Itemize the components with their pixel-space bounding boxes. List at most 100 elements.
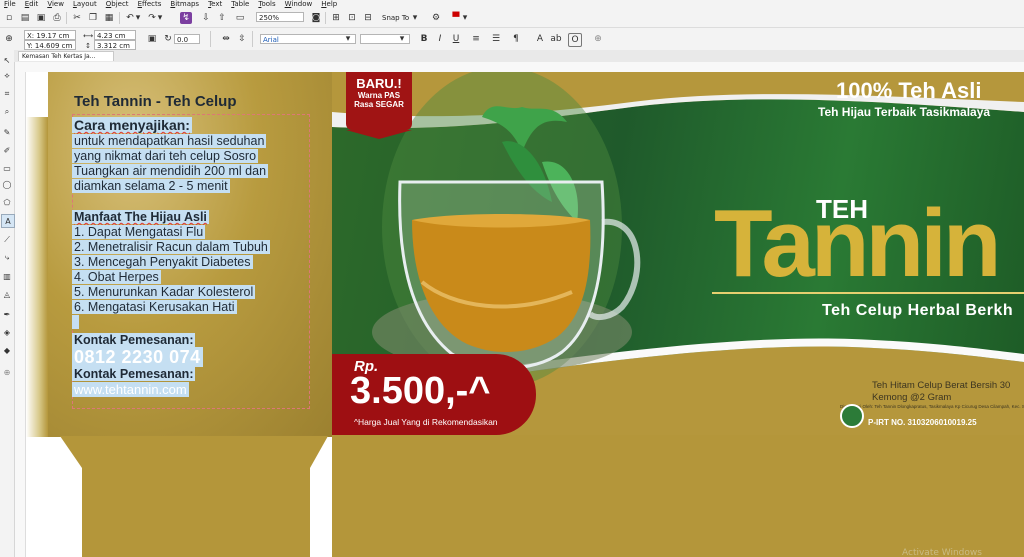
undo-dropdown-icon[interactable]: ▾	[135, 12, 141, 24]
font-family-dropdown-icon[interactable]: ▾	[344, 33, 352, 45]
connector-tool-icon[interactable]: ⤷	[1, 252, 13, 264]
parallel-dimension-icon[interactable]: ⟋	[1, 234, 13, 246]
text-tool-icon[interactable]: A	[1, 214, 15, 228]
position-icon: ⊕	[5, 34, 13, 44]
export-icon[interactable]: ⇧	[216, 12, 228, 24]
badge-line-2: Rasa SEGAR	[354, 100, 404, 109]
mirror-horizontal-icon[interactable]: ⇹	[220, 33, 232, 45]
contact-block[interactable]: Kontak Pemesanan: 0812 2230 074 Kontak P…	[72, 333, 203, 398]
menu-edit[interactable]: Edit	[21, 0, 44, 9]
add-icon[interactable]: ⊕	[592, 33, 604, 45]
menu-table[interactable]: Table	[227, 0, 254, 9]
rotation-angle-field[interactable]: 0.0	[174, 34, 200, 44]
shape-tool-icon[interactable]: ⟡	[1, 70, 13, 82]
eyedropper-icon[interactable]: ✒	[1, 308, 13, 320]
rectangle-tool-icon[interactable]: ▭	[1, 162, 13, 174]
menu-object[interactable]: Object	[102, 0, 134, 9]
redo-dropdown-icon[interactable]: ▾	[157, 12, 163, 24]
launch-icon[interactable]: ▀	[450, 12, 462, 24]
import-icon[interactable]: ⇩	[200, 12, 212, 24]
text-properties-icon[interactable]: A	[534, 33, 546, 45]
new-document-icon[interactable]: ▫	[3, 12, 15, 24]
font-size-dropdown-icon[interactable]: ▾	[398, 33, 406, 45]
print-icon[interactable]: ⎙	[51, 12, 63, 24]
toolbox: ↖ ⟡ ⌗ ⌕ ✎ ✐ ▭ ◯ ⬠ A ⟋ ⤷ ▥ ◬ ✒ ◈ ◆ ⊕	[0, 50, 15, 557]
drawing-canvas[interactable]: Teh Tannin - Teh Celup Cara menyajikan: …	[26, 72, 1024, 557]
contact-heading-2: Kontak Pemesanan:	[72, 367, 196, 381]
zoom-tool-icon[interactable]: ⌕	[1, 106, 13, 118]
menu-text[interactable]: Text	[204, 0, 227, 9]
text-direction-icon[interactable]: O	[568, 33, 582, 47]
x-position-field[interactable]: X: 19.17 cm	[24, 30, 76, 40]
height-field[interactable]: 3.312 cm	[94, 40, 136, 50]
cut-icon[interactable]: ✂	[71, 12, 83, 24]
menu-help[interactable]: Help	[317, 0, 342, 9]
font-family-select[interactable]: Arial	[260, 34, 356, 44]
benefits-block[interactable]: Manfaat The Hijau Asli 1. Dapat Mengatas…	[72, 210, 270, 330]
pirt-number: P-IRT NO. 3103206010019.25	[868, 418, 977, 427]
mirror-vertical-icon[interactable]: ⇳	[236, 33, 248, 45]
front-panel: BARU.! Warna PAS Rasa SEGAR 100% Teh Asl…	[332, 72, 1024, 435]
save-icon[interactable]: ▣	[35, 12, 47, 24]
drop-shadow-icon[interactable]: ▥	[1, 270, 13, 282]
serving-block[interactable]: Cara menyajikan: untuk mendapatkan hasil…	[72, 117, 269, 194]
serving-line-1: untuk mendapatkan hasil seduhan	[72, 134, 267, 148]
benefits-heading: Manfaat The Hijau Asli	[72, 210, 209, 224]
add-tool-icon[interactable]: ⊕	[1, 366, 13, 378]
interactive-fill-icon[interactable]: ◈	[1, 326, 13, 338]
paste-icon[interactable]: ▦	[103, 12, 115, 24]
headline-text: 100% Teh Asli	[836, 78, 982, 103]
info-producer-text: Diproduksi Oleh: Teh Tannin Dlongkapratu…	[840, 404, 1024, 409]
y-position-field[interactable]: Y: 14.609 cm	[24, 40, 76, 50]
transparency-tool-icon[interactable]: ◬	[1, 288, 13, 300]
pick-tool-icon[interactable]: ↖	[1, 54, 13, 66]
contact-website: www.tehtannin.com	[72, 382, 189, 397]
lock-ratio-icon[interactable]: ▣	[146, 33, 158, 45]
width-field[interactable]: 4.23 cm	[94, 30, 136, 40]
freehand-tool-icon[interactable]: ✎	[1, 126, 13, 138]
bullet-list-icon[interactable]: ☰	[490, 33, 502, 45]
launch-dropdown-icon[interactable]: ▾	[462, 12, 468, 24]
badge-tail	[346, 130, 412, 139]
copy-icon[interactable]: ❐	[87, 12, 99, 24]
menu-file[interactable]: File	[0, 0, 21, 9]
settings-gear-icon[interactable]: ⚙	[430, 12, 442, 24]
artistic-media-icon[interactable]: ✐	[1, 144, 13, 156]
guidelines-icon[interactable]: ⊟	[362, 12, 374, 24]
menu-window[interactable]: Window	[281, 0, 318, 9]
menu-layout[interactable]: Layout	[69, 0, 102, 9]
menu-view[interactable]: View	[43, 0, 69, 9]
smart-fill-icon[interactable]: ◆	[1, 344, 13, 356]
italic-icon[interactable]: I	[434, 33, 446, 45]
edit-text-icon[interactable]: ab	[550, 33, 562, 45]
menu-tools[interactable]: Tools	[254, 0, 280, 9]
underline-icon[interactable]: U	[450, 33, 462, 45]
menu-bitmaps[interactable]: Bitmaps	[166, 0, 204, 9]
info-weight-text: Teh Hitam Celup Berat Bersih 30	[872, 380, 1011, 391]
crop-tool-icon[interactable]: ⌗	[1, 88, 13, 100]
drop-cap-icon[interactable]: ¶	[510, 33, 522, 45]
rulers-icon[interactable]: ⊞	[330, 12, 342, 24]
tagline-text: Teh Celup Herbal Berkh	[822, 302, 1014, 319]
zoom-level-select[interactable]: 250%	[256, 12, 304, 22]
benefit-item-3: 3. Mencegah Penyakit Diabetes	[72, 255, 253, 269]
grid-icon[interactable]: ⊡	[346, 12, 358, 24]
align-icon[interactable]: ≡	[470, 33, 482, 45]
open-folder-icon[interactable]: ▤	[19, 12, 31, 24]
snap-to-dropdown[interactable]: Snap To	[382, 14, 409, 22]
polygon-tool-icon[interactable]: ⬠	[1, 196, 13, 208]
ellipse-tool-icon[interactable]: ◯	[1, 178, 13, 190]
menu-effects[interactable]: Effects	[134, 0, 167, 9]
zoom-fit-icon[interactable]: ◙	[310, 12, 322, 24]
benefit-item-4: 4. Obat Herpes	[72, 270, 161, 284]
rotate-icon: ↻	[164, 34, 172, 44]
snap-dropdown-icon[interactable]: ▾	[412, 12, 418, 24]
document-tab[interactable]: Kemasan Teh Kertas Ja...	[18, 51, 114, 61]
search-content-icon[interactable]: ↯	[180, 12, 192, 24]
bold-icon[interactable]: B	[418, 33, 430, 45]
tea-cup-image	[398, 106, 641, 370]
menu-bar: File Edit View Layout Object Effects Bit…	[0, 0, 1024, 9]
application-launcher-icon[interactable]: ▭	[234, 12, 246, 24]
contact-phone: 0812 2230 074	[72, 347, 203, 367]
standard-toolbar: ▫ ▤ ▣ ⎙ ✂ ❐ ▦ ↶ ▾ ↷ ▾ ↯ ⇩ ⇧ ▭ 250% ◙ ⊞ ⊡…	[0, 9, 1024, 28]
